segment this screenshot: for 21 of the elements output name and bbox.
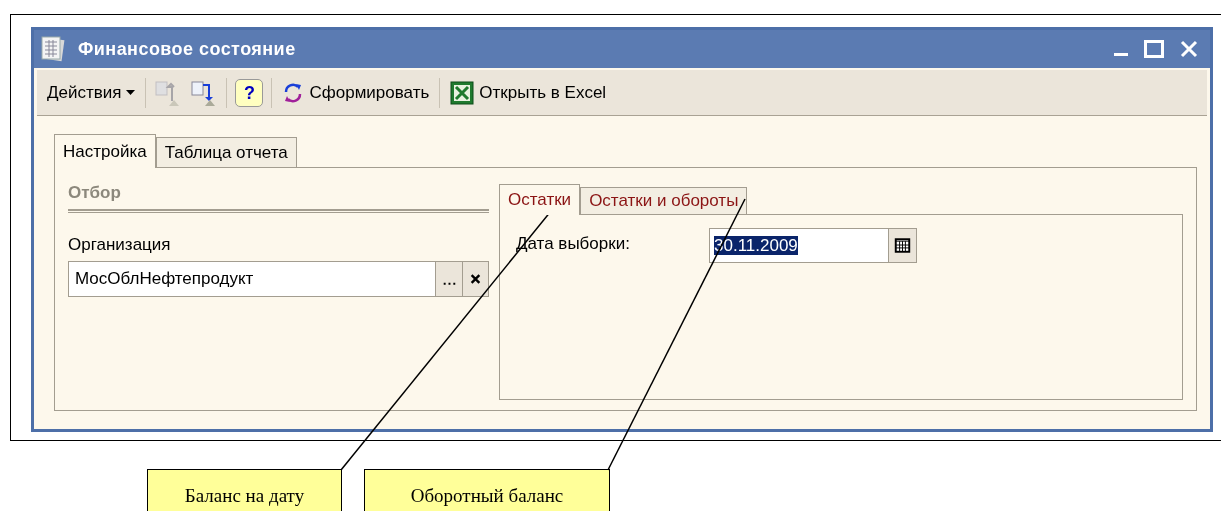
field-label: Организация (68, 235, 172, 255)
close-icon[interactable] (1180, 40, 1198, 58)
maximize-icon[interactable] (1144, 40, 1164, 58)
tab[interactable]: Настройка (54, 134, 156, 168)
organization-field[interactable]: МосОблНефтепродукт (68, 261, 489, 297)
callout-box: Баланс на дату (147, 469, 342, 511)
window-title: Финансовое состояние (78, 37, 296, 61)
clear-icon[interactable] (462, 262, 488, 296)
date-field[interactable]: 30.11.2009 (709, 228, 917, 263)
callout-box: Оборотный баланс (364, 469, 610, 511)
section-heading: Отбор (68, 183, 122, 203)
tab[interactable]: Остатки (499, 184, 581, 215)
excel-button[interactable]: Открыть в Excel (448, 75, 609, 110)
spreadsheet-icon (450, 80, 475, 105)
actions-menu[interactable]: Действия (45, 75, 138, 110)
calendar-icon[interactable] (888, 229, 916, 262)
help-button[interactable]: ? (235, 78, 264, 107)
tab[interactable]: Таблица отчета (155, 137, 297, 167)
caret-icon (126, 90, 136, 95)
generate-button[interactable]: Сформировать (280, 75, 432, 110)
tab[interactable]: Остатки и обороты (580, 187, 748, 214)
